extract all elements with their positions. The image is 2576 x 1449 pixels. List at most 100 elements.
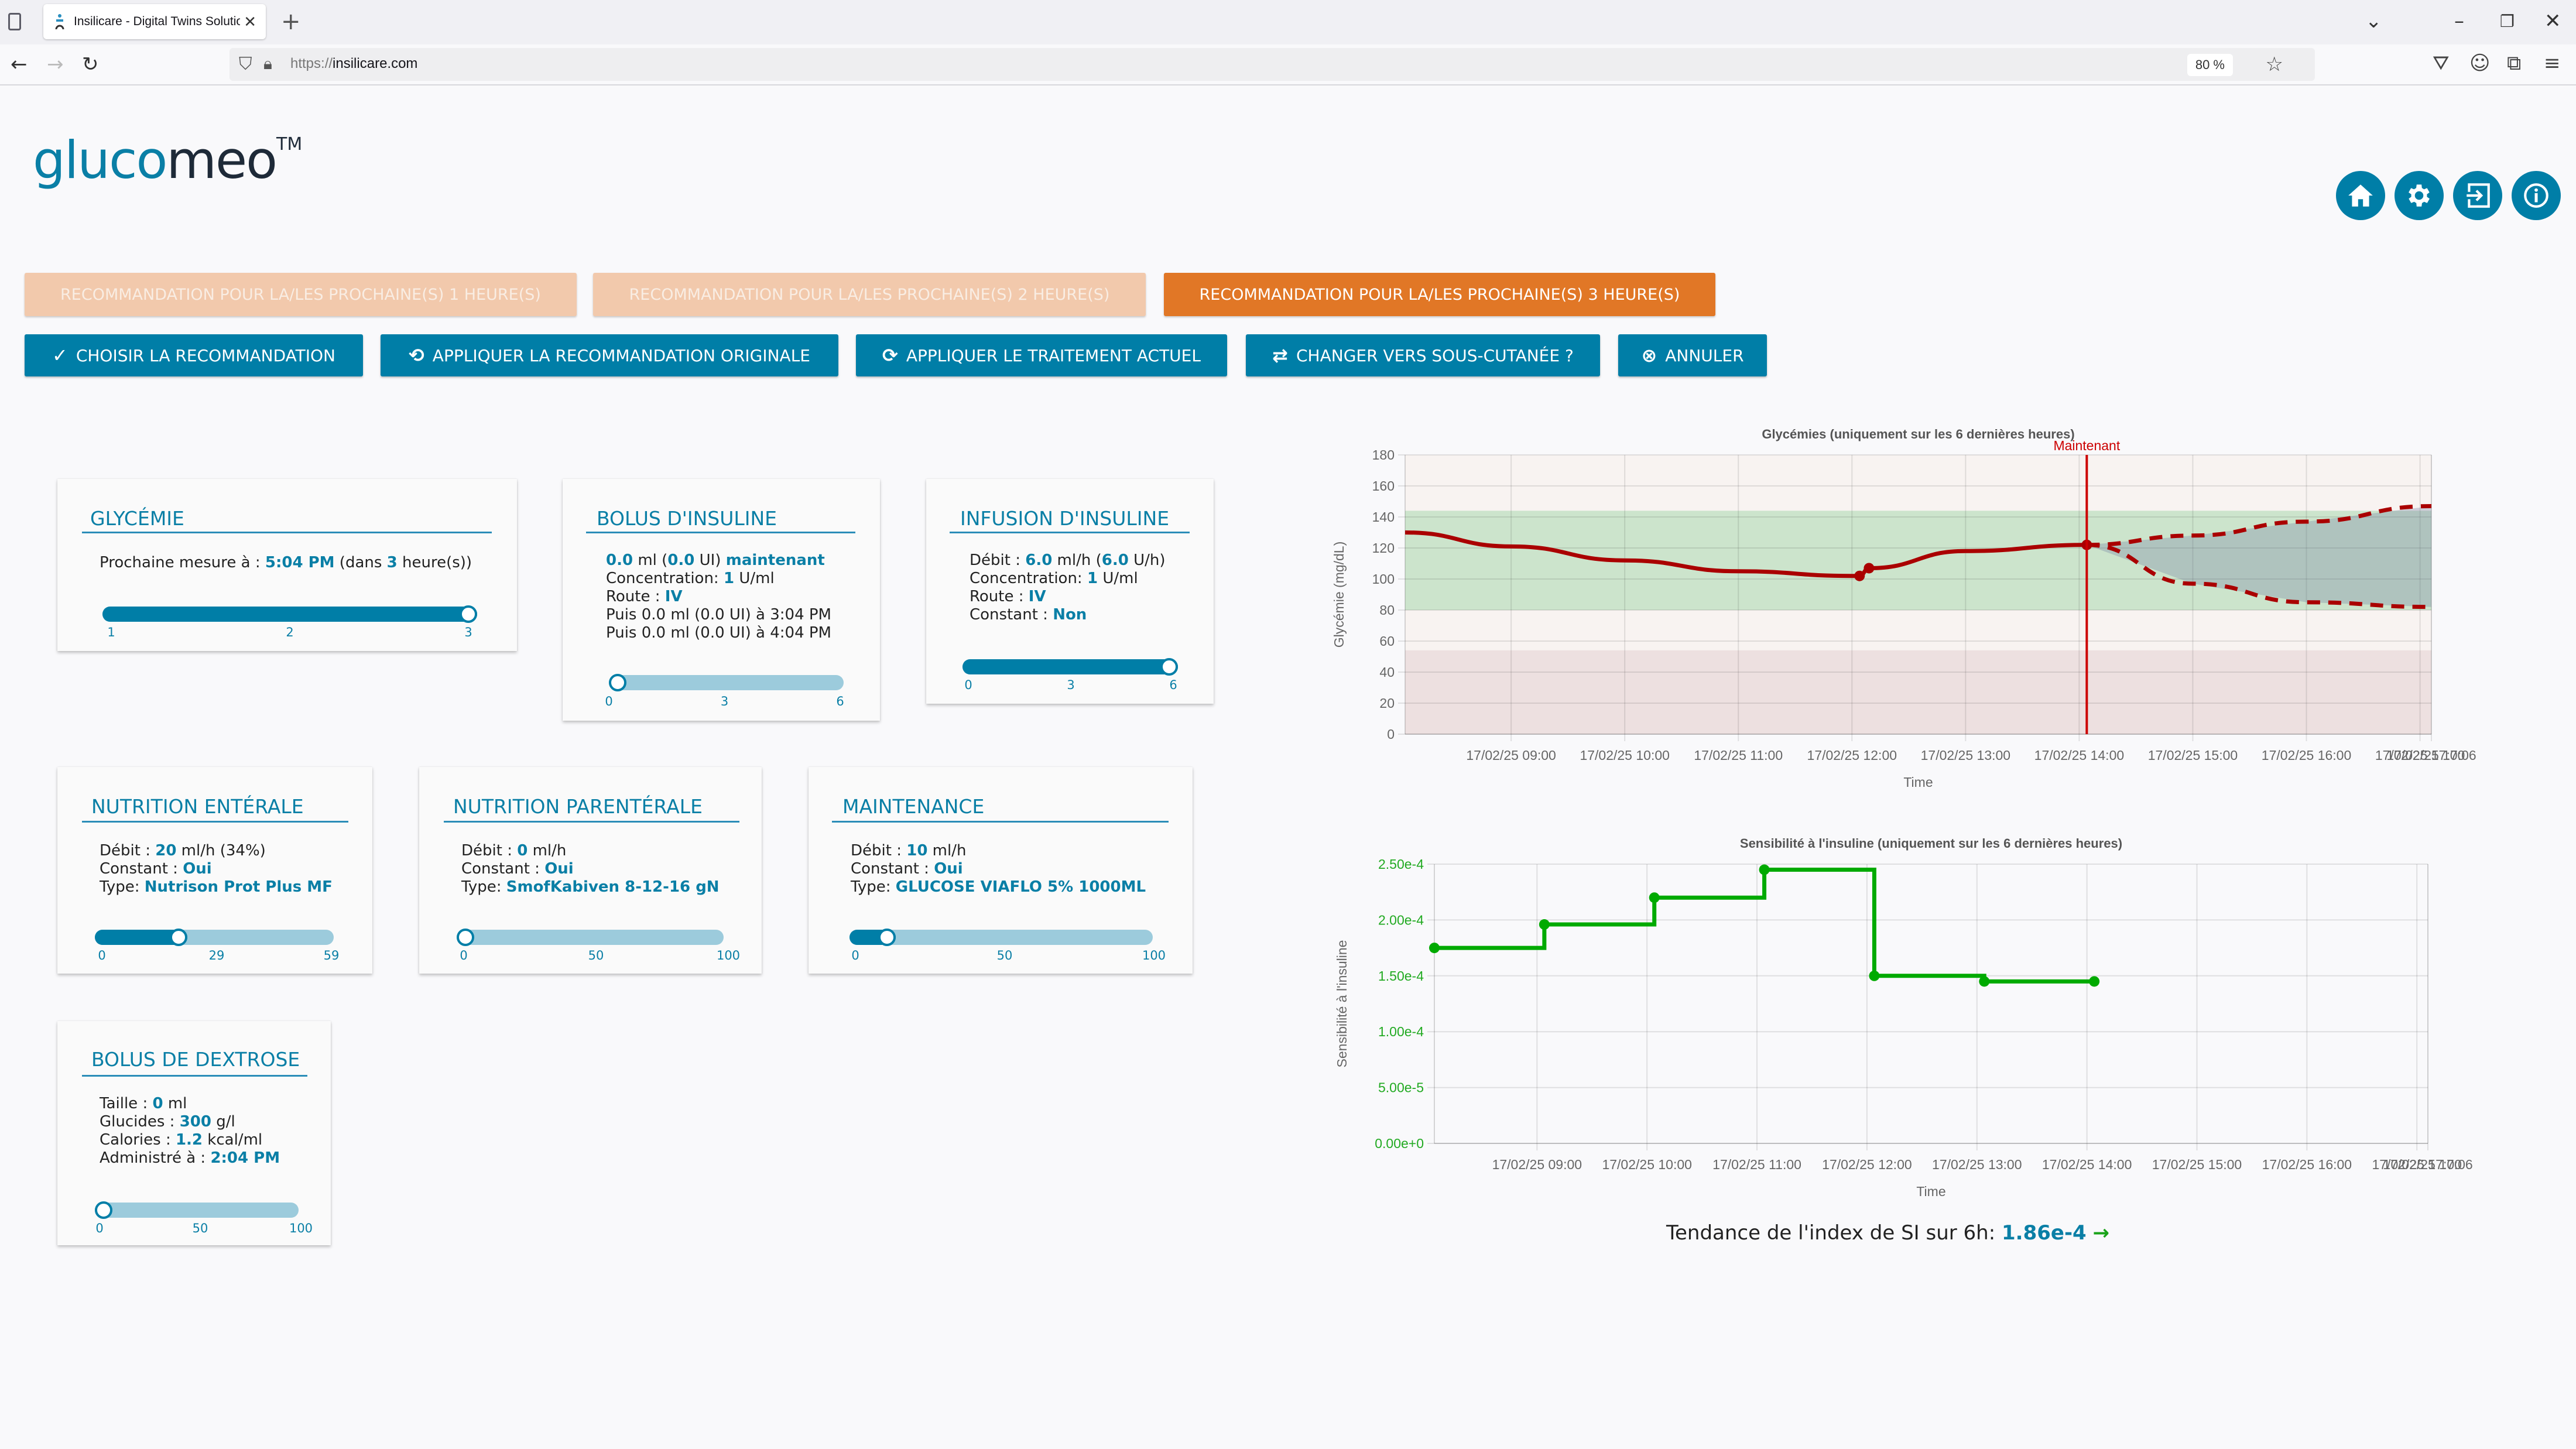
close-tab-icon[interactable]: ✕ [244, 13, 256, 31]
x-tick-label: 17/02/25 14:00 [2042, 1157, 2132, 1172]
slider-thumb[interactable] [170, 929, 188, 946]
recommendation-3h-tab[interactable]: RECOMMANDATION POUR LA/LES PROCHAINE(S) … [1164, 273, 1715, 316]
x-tick-label: 17/02/25 13:00 [1932, 1157, 2022, 1172]
title-divider [82, 532, 492, 533]
slider-thumb[interactable] [457, 929, 474, 946]
choose-recommendation-button[interactable]: ✓ CHOISIR LA RECOMMANDATION [25, 334, 363, 376]
minimize-icon[interactable]: – [2454, 9, 2464, 33]
bolus-insuline-card: BOLUS D'INSULINE 0.0 ml (0.0 UI) mainten… [563, 479, 880, 721]
glycemia-chart[interactable]: 0 20 40 60 80 100 120 140 160 180 17/02/25 09:00 17… [1323, 422, 2529, 796]
slider-thumb[interactable] [1160, 658, 1178, 676]
y-tick-label: 20 [1379, 696, 1395, 711]
slider-thumb[interactable] [460, 605, 477, 623]
x-tick-label: 17/02/25 16:00 [2262, 1157, 2352, 1172]
browser-tab[interactable]: Insilicare - Digital Twins Solutio ✕ [43, 4, 266, 39]
x-tick-label: 17/02/25 09:00 [1492, 1157, 1582, 1172]
lock-icon[interactable]: 🔒︎ [263, 54, 272, 74]
gear-icon [2409, 184, 2430, 207]
insilicare-favicon-icon [53, 13, 67, 30]
x-axis-label: Time [1903, 775, 1933, 790]
zoom-level-badge[interactable]: 80 % [2187, 54, 2233, 76]
switch-to-subcutaneous-button[interactable]: ⇄ CHANGER VERS SOUS-CUTANÉE ? [1246, 334, 1600, 376]
tab-list-chevron-icon[interactable]: ⌄ [2365, 9, 2382, 33]
apply-current-treatment-button[interactable]: ⟳ APPLIQUER LE TRAITEMENT ACTUEL [856, 334, 1227, 376]
title-divider [82, 821, 348, 823]
url-text[interactable]: https://insilicare.com [290, 56, 417, 72]
restore-icon: ⟲ [408, 344, 424, 366]
slider-tick-label: 0 [605, 694, 613, 708]
title-divider [950, 532, 1190, 533]
pocket-icon[interactable]: ⛛ [2433, 52, 2450, 75]
y-tick-label: 2.50e-4 [1378, 857, 1424, 872]
y-tick-label: 160 [1372, 478, 1395, 494]
url-bar[interactable]: ⛉ 🔒︎ https://insilicare.com 80 % ☆ [229, 48, 2315, 81]
slider-tick-label: 3 [720, 694, 729, 708]
glycemia-point [1854, 570, 1865, 581]
slider-tick-label: 50 [192, 1221, 208, 1235]
maintenance-slider[interactable] [849, 929, 1153, 946]
tab-title: Insilicare - Digital Twins Solutio [74, 15, 241, 28]
reload-icon[interactable]: ↻ [82, 53, 99, 76]
y-tick-label: 1.00e-4 [1378, 1024, 1424, 1039]
si-point [1429, 943, 1440, 954]
card-title: NUTRITION ENTÉRALE [91, 795, 304, 818]
bookmark-star-icon[interactable]: ☆ [2266, 53, 2283, 76]
card-body: Prochaine mesure à : 5:04 PM (dans 3 heu… [100, 554, 472, 571]
x-tick-label: 17/02/25 14:00 [2034, 748, 2124, 763]
button-label: APPLIQUER LE TRAITEMENT ACTUEL [906, 345, 1201, 365]
chart-title: Sensibilité à l'insuline (uniquement sur… [1740, 836, 2122, 851]
check-icon: ✓ [52, 344, 68, 366]
apply-original-recommendation-button[interactable]: ⟲ APPLIQUER LA RECOMMANDATION ORIGINALE [381, 334, 838, 376]
infusion-insuline-slider[interactable] [962, 658, 1178, 676]
nutrition-parenterale-slider[interactable] [457, 929, 724, 946]
x-tick-label: 17/02/25 15:00 [2148, 748, 2238, 763]
bolus-dextrose-slider[interactable] [95, 1201, 299, 1219]
swap-icon: ⇄ [1272, 344, 1288, 366]
glycemia-point [1864, 563, 1875, 574]
forward-icon[interactable]: → [47, 53, 64, 76]
home-button[interactable] [2336, 171, 2385, 220]
info-button[interactable] [2512, 171, 2561, 220]
slider-tick-label: 0 [964, 678, 972, 692]
login-icon [2465, 183, 2490, 208]
y-tick-label: 80 [1379, 602, 1395, 618]
si-point [1539, 919, 1550, 930]
new-tab-icon[interactable]: + [281, 8, 301, 35]
slider-tick-label: 0 [460, 948, 468, 962]
y-tick-label: 120 [1372, 540, 1395, 556]
sidebar-toggle-icon[interactable] [8, 13, 21, 30]
y-tick-label: 5.00e-5 [1378, 1080, 1424, 1095]
account-icon[interactable]: ☺ [2469, 52, 2490, 75]
maintenance-card: MAINTENANCE Débit : 10 ml/h Constant : O… [809, 767, 1193, 974]
settings-button[interactable] [2395, 171, 2444, 220]
home-icon [2348, 184, 2373, 207]
insulin-sensitivity-chart[interactable]: 0.00e+0 5.00e-5 1.00e-4 1.50e-4 2.00e-4 2.50e… [1323, 831, 2529, 1212]
restore-icon[interactable]: ❐ [2500, 12, 2515, 31]
login-button[interactable] [2453, 171, 2502, 220]
recommendation-2h-tab[interactable]: RECOMMANDATION POUR LA/LES PROCHAINE(S) … [593, 273, 1146, 316]
measurement-interval-slider[interactable] [102, 605, 477, 623]
y-tick-label: 40 [1379, 664, 1395, 680]
x-tick-label: 17/02/25 12:00 [1807, 748, 1897, 763]
cancel-button[interactable]: ⊗ ANNULER [1618, 334, 1767, 376]
x-tick-label: 17/02/25 09:00 [1466, 748, 1556, 763]
close-window-icon[interactable]: ✕ [2544, 9, 2561, 33]
back-icon[interactable]: ← [11, 53, 28, 76]
slider-tick-label: 0 [95, 1221, 104, 1235]
slider-thumb[interactable] [878, 929, 896, 946]
y-tick-label: 60 [1379, 633, 1395, 649]
shield-icon[interactable]: ⛉ [239, 54, 252, 74]
extensions-icon[interactable]: ⧉ [2507, 52, 2521, 75]
x-tick-label: 17/02/25 10:00 [1580, 748, 1669, 763]
title-divider [586, 532, 855, 533]
x-tick-label: 17/02/25 17:06 [2386, 748, 2476, 763]
refresh-icon: ⟳ [882, 344, 898, 366]
recommendation-1h-tab[interactable]: RECOMMANDATION POUR LA/LES PROCHAINE(S) … [25, 273, 577, 316]
now-marker-label: Maintenant [2053, 438, 2120, 453]
slider-thumb[interactable] [609, 674, 626, 691]
slider-thumb[interactable] [95, 1201, 112, 1219]
menu-icon[interactable]: ≡ [2544, 52, 2561, 75]
nutrition-enterale-slider[interactable] [95, 929, 334, 946]
bolus-insuline-slider[interactable] [609, 674, 844, 691]
chart-title: Glycémies (uniquement sur les 6 dernière… [1762, 427, 2074, 441]
